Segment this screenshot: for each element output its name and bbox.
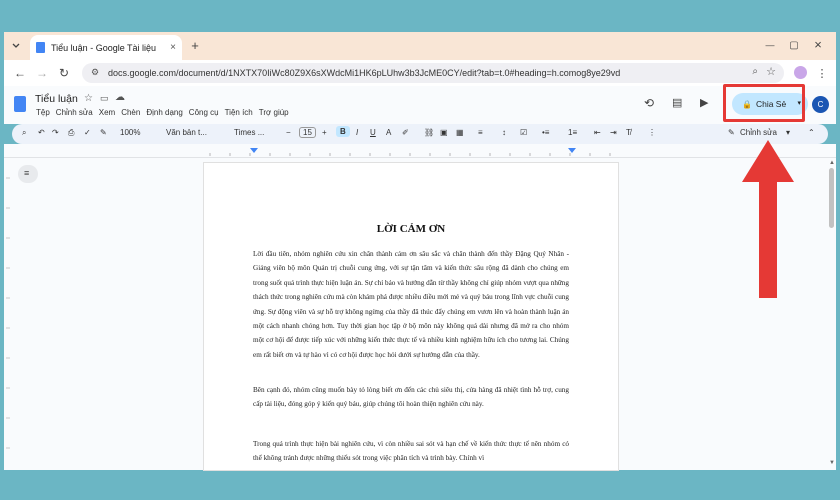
paragraph-1: Lời đầu tiên, nhóm nghiên cứu xin chân t… [253,250,569,359]
paragraph-3: Trong quá trình thực hiện bài nghiên cứu… [253,440,569,463]
image-icon[interactable]: ▦ [456,128,464,137]
menu-edit[interactable]: Chỉnh sửa [56,108,93,117]
italic-icon[interactable]: I [356,128,358,137]
menu-view[interactable]: Xem [99,108,115,117]
tab-strip: Tiểu luận - Google Tài liệu × + — ▢ × [4,32,836,60]
docs-header: Tiểu luận ☆ ▭ ☁ Tệp Chỉnh sửa Xem Chèn Đ… [4,86,836,124]
move-folder-icon[interactable]: ▭ [100,93,109,104]
scroll-down-icon[interactable]: ▼ [829,460,835,466]
zoom-select[interactable]: 100% [120,128,140,137]
document-outline-button[interactable]: ≡ [18,165,38,183]
highlight-color-icon[interactable]: ✐ [402,128,409,137]
vertical-ruler [6,177,10,449]
print-icon[interactable]: ⎙ [68,128,74,138]
menu-help[interactable]: Trợ giúp [259,108,289,117]
bullet-list-icon[interactable]: •≡ [542,128,549,137]
menu-file[interactable]: Tệp [36,108,50,117]
docs-logo-icon[interactable] [14,96,26,112]
star-icon[interactable]: ☆ [84,93,93,104]
font-size-increase-icon[interactable]: + [322,128,327,137]
reload-icon[interactable]: ↻ [56,65,72,81]
search-menus-icon[interactable]: ⌕ [22,128,26,138]
site-info-icon[interactable]: ⚙ [91,67,99,78]
clear-format-icon[interactable]: T̸ [626,128,631,137]
forward-icon[interactable]: → [34,65,50,81]
link-icon[interactable]: ⛓ [424,128,434,137]
editing-mode-dropdown-icon[interactable]: ▾ [786,128,790,137]
more-options-icon[interactable]: ⋮ [648,128,656,137]
share-highlight-box [723,84,805,122]
avatar[interactable]: C [812,96,829,113]
checklist-icon[interactable]: ☑ [520,128,527,137]
scrollbar-thumb[interactable] [829,168,834,228]
font-size-decrease-icon[interactable]: − [286,128,291,137]
edit-mode-icon: ✎ [728,128,735,137]
scroll-up-icon[interactable]: ▲ [829,160,835,166]
text-color-icon[interactable]: A [386,128,391,137]
document-title[interactable]: Tiểu luận [35,93,78,105]
menu-extensions[interactable]: Tiện ích [225,108,253,117]
vertical-scrollbar[interactable]: ▲ ▼ [826,158,836,470]
bookmark-star-icon[interactable]: ☆ [766,65,776,78]
paint-format-icon[interactable]: ✎ [100,128,107,137]
menu-format[interactable]: Định dạng [146,108,182,117]
extension-icon[interactable] [794,66,807,79]
style-select[interactable]: Văn bản t... [166,128,207,137]
address-bar-row: ← → ↻ ⚙ docs.google.com/document/d/1NXTX… [4,60,836,86]
underline-icon[interactable]: U [370,128,376,137]
ruler[interactable] [4,144,836,158]
browser-tab[interactable]: Tiểu luận - Google Tài liệu × [30,35,182,60]
more-menu-icon[interactable]: ⋮ [816,65,828,81]
document-heading: LỜI CẢM ƠN [376,223,446,235]
undo-icon[interactable]: ↶ [38,128,45,137]
paragraph-2: Bên cạnh đó, nhóm cũng muốn bày tỏ lòng … [253,386,569,409]
comment-icon[interactable]: ▣ [440,128,448,137]
meet-icon[interactable]: ▶ [700,96,708,109]
url-input[interactable]: ⚙ docs.google.com/document/d/1NXTX70IiWc… [82,63,784,83]
document-page[interactable]: LỜI CẢM ƠN Lời đầu tiên, nhóm nghiên cứu… [204,163,618,470]
collapse-toolbar-icon[interactable]: ⌃ [808,128,815,137]
menu-bar: Tệp Chỉnh sửa Xem Chèn Định dạng Công cụ… [36,108,289,117]
red-arrow-annotation [742,140,794,298]
align-icon[interactable]: ≡ [478,128,483,137]
menu-tools[interactable]: Công cụ [189,108,219,117]
google-docs-icon [36,42,45,53]
new-tab-button[interactable]: + [188,37,202,53]
indent-increase-icon[interactable]: ⇥ [610,128,617,137]
history-icon[interactable]: ⟲ [644,96,654,110]
font-select[interactable]: Times ... [234,128,264,137]
redo-icon[interactable]: ↷ [52,128,59,137]
maximize-button[interactable]: ▢ [786,38,802,52]
url-text: docs.google.com/document/d/1NXTX70IiWc80… [108,68,621,78]
menu-insert[interactable]: Chèn [121,108,140,117]
tab-title: Tiểu luận - Google Tài liệu [51,42,157,53]
zoom-icon[interactable]: ⌕ [752,66,758,77]
tab-search-icon[interactable] [10,40,22,52]
editing-mode-select[interactable]: Chỉnh sửa [740,128,777,137]
formatting-toolbar: ⌕ ↶ ↷ ⎙ ✓ ✎ 100% Văn bản t... Times ... … [12,124,828,144]
tab-close-button[interactable]: × [170,42,176,53]
close-window-button[interactable]: × [810,36,826,52]
cloud-saved-icon[interactable]: ☁ [115,92,125,103]
indent-decrease-icon[interactable]: ⇤ [594,128,601,137]
numbered-list-icon[interactable]: 1≡ [568,128,577,137]
back-icon[interactable]: ← [12,65,28,81]
bold-icon[interactable]: B [336,126,350,137]
line-spacing-icon[interactable]: ↕ [502,128,506,137]
minimize-button[interactable]: — [762,38,778,52]
spellcheck-icon[interactable]: ✓ [84,128,91,137]
comments-icon[interactable]: ▤ [672,96,682,109]
outline-icon: ≡ [24,168,30,178]
font-size-input[interactable]: 15 [299,127,316,138]
